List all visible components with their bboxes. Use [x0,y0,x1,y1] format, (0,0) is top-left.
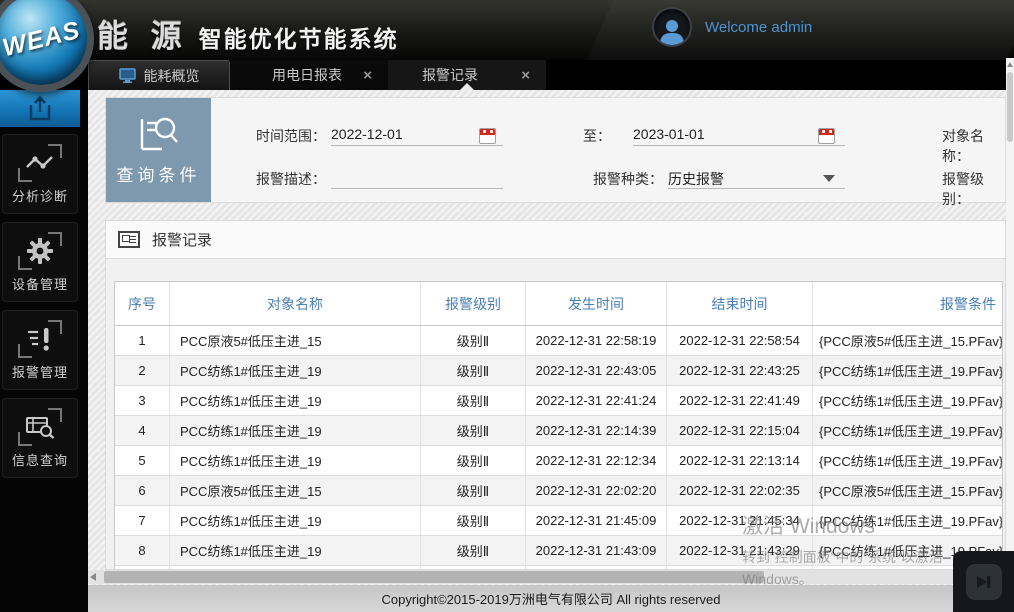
page-title: 能 源 智能优化节能系统 [97,11,399,56]
to-date-input-underline [633,145,845,146]
table-row[interactable]: 6 PCC原液5#低压主进_15 级别Ⅱ 2022-12-31 22:02:20… [115,476,1002,506]
logo-text: WEAS [0,15,83,62]
sidebar-item-devices[interactable]: 设备管理 [2,222,78,302]
tab-label: 用电日报表 [272,65,342,85]
alarm-records-table: 序号 对象名称 报警级别 发生时间 结束时间 报警条件 1 PCC原液5#低压主… [114,281,1003,570]
analysis-chart-icon [18,144,62,182]
alarm-level-label: 报警级别： [942,169,1005,209]
monitor-icon [119,68,136,83]
welcome-text: Welcome admin [705,19,812,36]
column-header-index: 序号 [115,282,170,325]
tab-alarm-records[interactable]: 报警记录 × [388,60,546,90]
table-row[interactable]: 8 PCC纺练1#低压主进_19 级别Ⅱ 2022-12-31 21:43:09… [115,536,1002,566]
query-search-icon [138,115,180,153]
horizontal-scrollbar-thumb[interactable] [104,571,764,583]
info-search-icon [18,408,62,446]
user-area[interactable]: Welcome admin [652,7,812,47]
tab-label: 能耗概览 [144,66,200,86]
column-header-condition: 报警条件 [813,282,1002,325]
person-icon [659,17,685,45]
scroll-left-arrow-icon[interactable] [90,573,96,581]
table-row[interactable]: 5 PCC纺练1#低压主进_19 级别Ⅱ 2022-12-31 22:12:34… [115,446,1002,476]
app-brand-text: 能 源 [97,11,189,56]
object-name-label: 对象名称： [942,126,1005,166]
calendar-icon[interactable] [818,128,835,144]
table-row[interactable]: 7 PCC纺练1#低压主进_19 级别Ⅱ 2022-12-31 21:45:09… [115,506,1002,536]
table-body: 1 PCC原液5#低压主进_15 级别Ⅱ 2022-12-31 22:58:19… [115,326,1002,570]
sidebar-item-label: 信息查询 [12,450,68,469]
table-row[interactable]: 2 PCC纺练1#低压主进_19 级别Ⅱ 2022-12-31 22:43:05… [115,356,1002,386]
copyright-text: Copyright©2015-2019万洲电气有限公司 All rights r… [381,589,720,608]
close-icon[interactable]: × [521,67,530,84]
calendar-icon[interactable] [479,128,496,144]
vertical-scrollbar-thumb[interactable] [1007,72,1013,142]
gear-icon [18,232,62,270]
query-conditions-panel: 查询条件 时间范围： 2022-12-01 至： 2023-01-01 对象名称… [105,97,1006,203]
to-label: 至： [583,126,611,146]
vertical-scrollbar[interactable] [1006,58,1014,585]
tab-energy-overview[interactable]: 能耗概览 [88,60,230,90]
table-row[interactable]: 4 PCC纺练1#低压主进_19 级别Ⅱ 2022-12-31 22:14:39… [115,416,1002,446]
close-icon[interactable]: × [363,67,372,84]
skip-forward-button[interactable] [966,564,1002,600]
column-header-start-time: 发生时间 [526,282,667,325]
scroll-up-arrow-icon[interactable] [1007,62,1013,67]
alarm-desc-label: 报警描述： [256,169,326,189]
time-range-value[interactable]: 2022-12-01 [331,126,403,142]
column-header-object-name: 对象名称 [170,282,421,325]
sidebar: 分析诊断 设备管理 [0,90,88,612]
time-range-label: 时间范围： [256,126,326,146]
sidebar-item-analysis[interactable]: 分析诊断 [2,134,78,214]
column-header-end-time: 结束时间 [667,282,813,325]
skip-forward-icon [975,574,993,590]
query-panel-title: 查询条件 [117,161,201,186]
alarm-records-panel: 报警记录 序号 对象名称 报警级别 发生时间 结束时间 报警条件 1 PCC原液… [105,220,1006,570]
to-date-value[interactable]: 2023-01-01 [633,126,705,142]
media-overlay [953,551,1014,612]
sidebar-item-label: 设备管理 [12,274,68,293]
user-avatar-icon[interactable] [652,7,692,47]
alarm-desc-input[interactable] [331,188,503,189]
column-header-alarm-level: 报警级别 [421,282,526,325]
sidebar-item-label: 分析诊断 [12,186,68,205]
query-conditions-header: 查询条件 [106,98,211,202]
sidebar-item-info-query[interactable]: 信息查询 [2,398,78,478]
alarm-type-underline [668,188,845,189]
sidebar-item-label: 报警管理 [12,362,68,381]
footer-bar: Copyright©2015-2019万洲电气有限公司 All rights r… [88,585,1014,612]
horizontal-scrollbar[interactable] [88,570,1006,584]
chevron-down-icon[interactable] [823,175,835,182]
table-row[interactable]: 1 PCC原液5#低压主进_15 级别Ⅱ 2022-12-31 22:58:19… [115,326,1002,356]
main-content: 查询条件 时间范围： 2022-12-01 至： 2023-01-01 对象名称… [88,90,1006,585]
tab-daily-power-report[interactable]: 用电日报表 × [230,60,388,90]
tab-label: 报警记录 [422,65,478,85]
alarm-records-header: 报警记录 [106,221,1005,259]
records-section-title: 报警记录 [152,229,212,250]
alarm-type-value[interactable]: 历史报警 [668,169,724,189]
alarm-type-label: 报警种类： [593,169,663,189]
sidebar-item-home[interactable] [0,88,80,127]
records-list-icon [118,231,140,248]
table-header-row: 序号 对象名称 报警级别 发生时间 结束时间 报警条件 [115,282,1002,326]
sidebar-item-alarms[interactable]: 报警管理 [2,310,78,390]
tab-bar: 能耗概览 用电日报表 × 报警记录 × [0,60,1014,90]
time-range-input-underline [331,145,503,146]
alarm-list-icon [18,320,62,358]
app-title-text: 智能优化节能系统 [199,20,399,54]
table-row[interactable]: 3 PCC纺练1#低压主进_19 级别Ⅱ 2022-12-31 22:41:24… [115,386,1002,416]
export-icon [26,95,54,121]
